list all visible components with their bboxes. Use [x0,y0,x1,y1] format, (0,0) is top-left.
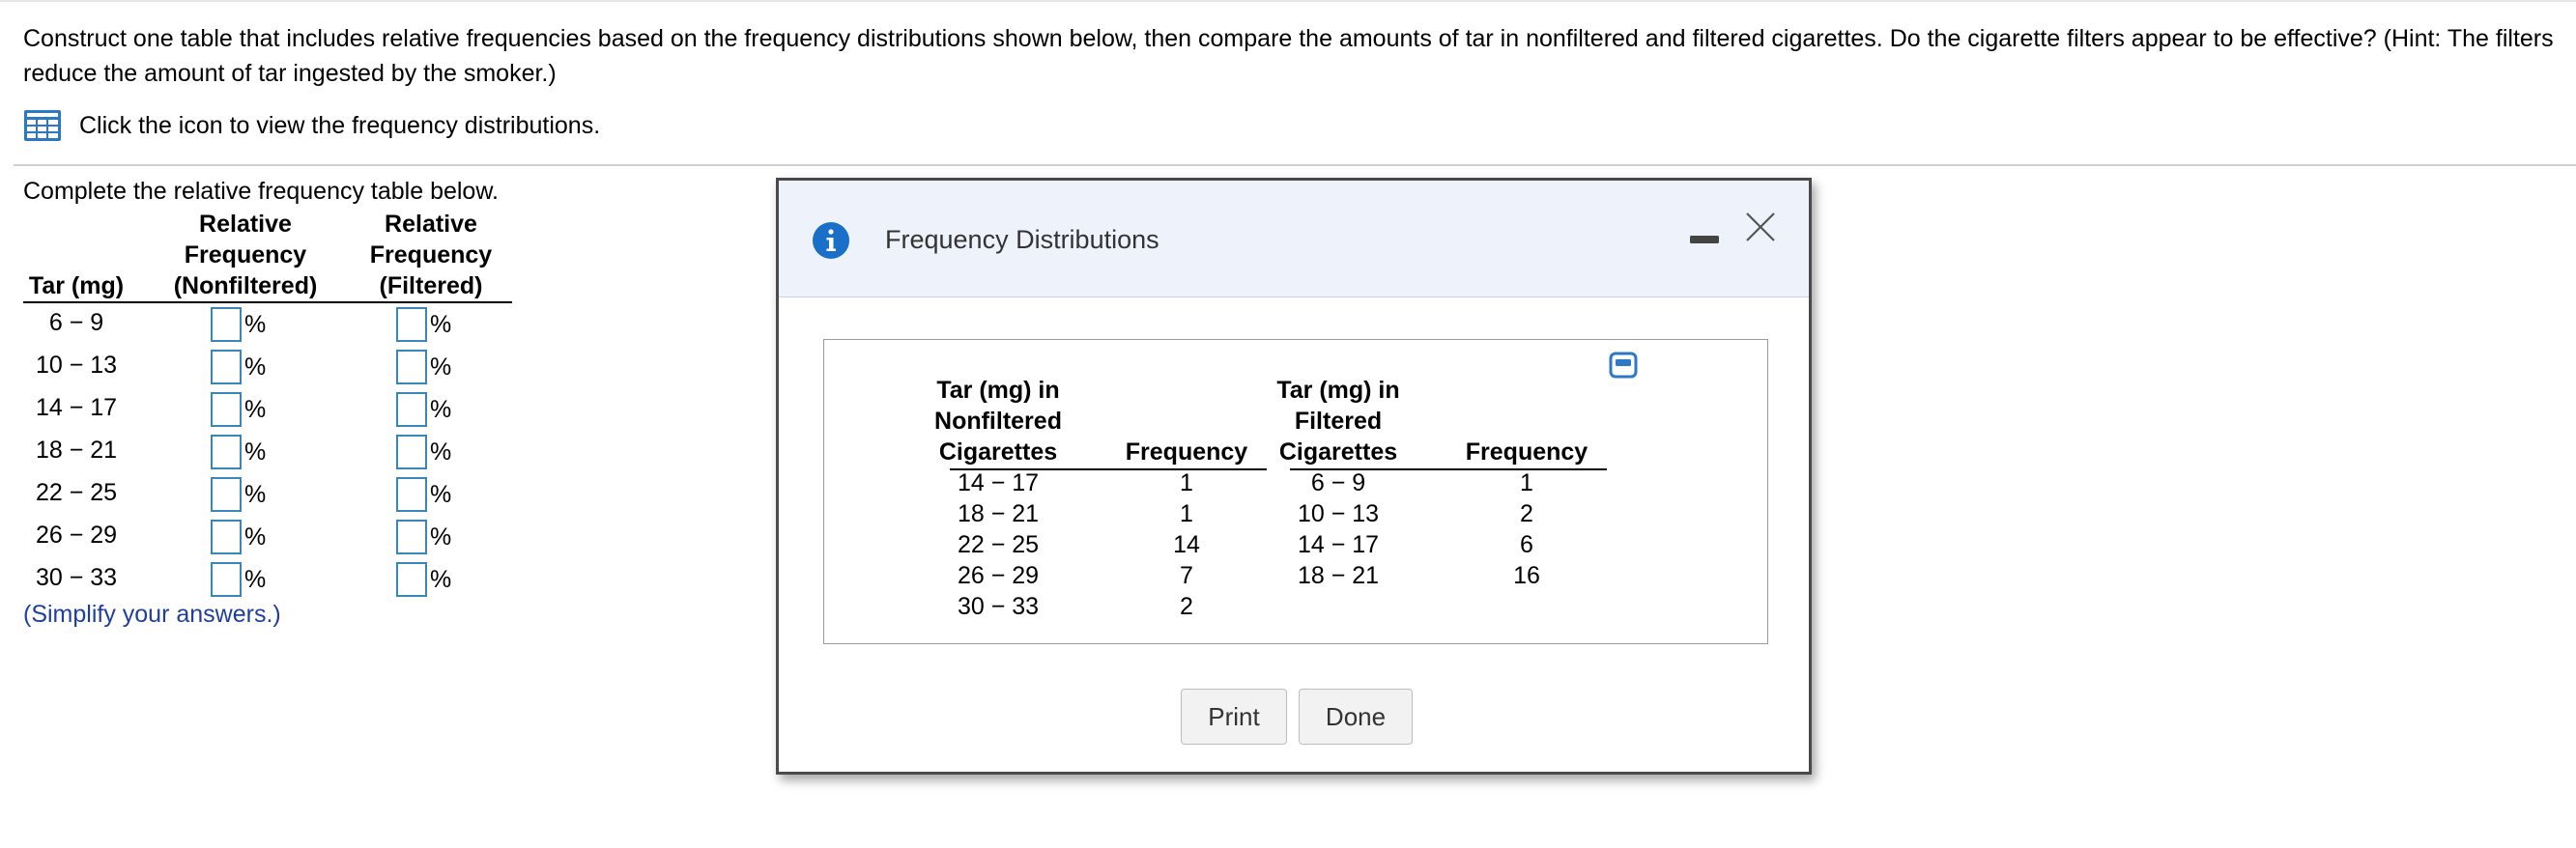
filtered-tar-column: Tar (mg) in Filtered Cigarettes 6 − 9 10… [1276,377,1400,589]
nonfiltered-input[interactable] [211,350,242,384]
done-button[interactable]: Done [1299,689,1413,745]
percent-sign: % [430,310,452,338]
nonfiltered-frequency-column: Frequency 1 1 14 7 2 [1125,438,1248,620]
table-row: 14 − 17 % % [23,388,512,431]
tar-range: 18 − 21 [35,437,118,464]
dialog-title: Frequency Distributions [885,225,1159,254]
table-instruction: Complete the relative frequency table be… [23,178,499,205]
table-row: 6 − 9 % % [23,303,512,346]
frequency-distributions-dialog: Frequency Distributions Tar (mg) in Nonf… [776,178,1812,775]
filtered-header-rule [1290,468,1607,470]
table-row: 22 − 25 % % [23,473,512,516]
hint-row: Click the icon to view the frequency dis… [23,108,600,143]
simplify-note: (Simplify your answers.) [23,601,281,628]
nonfiltered-tar-column: Tar (mg) in Nonfiltered Cigarettes 14 − … [934,377,1062,620]
tar-range: 6 − 9 [48,309,104,336]
dialog-header: Frequency Distributions [779,181,1809,297]
filtered-input[interactable] [396,562,427,597]
close-icon[interactable] [1743,210,1778,244]
percent-sign: % [430,523,452,551]
relative-frequency-table: Tar (mg) Relative Frequency (Nonfiltered… [23,209,512,601]
percent-sign: % [244,438,267,466]
nonfiltered-input[interactable] [211,520,242,554]
percent-sign: % [244,523,267,551]
nonfiltered-input[interactable] [211,307,242,342]
top-rule [0,0,2576,2]
filtered-input[interactable] [396,392,427,427]
tar-range: 22 − 25 [35,479,118,506]
nonfiltered-input[interactable] [211,562,242,597]
minimize-icon[interactable] [1687,227,1722,250]
table-row: 26 − 29 % % [23,516,512,558]
nonfiltered-input[interactable] [211,477,242,512]
print-button[interactable]: Print [1181,689,1287,745]
section-divider [14,164,2576,166]
percent-sign: % [430,395,452,423]
question-text: Construct one table that includes relati… [23,25,2554,87]
filtered-input[interactable] [396,520,427,554]
tar-range: 14 − 17 [35,394,118,421]
filtered-input[interactable] [396,307,427,342]
table-row: 18 − 21 % % [23,431,512,473]
percent-sign: % [430,480,452,508]
filtered-input[interactable] [396,477,427,512]
hint-text: Click the icon to view the frequency dis… [79,111,601,139]
copy-table-icon[interactable] [1609,352,1638,379]
tar-range: 30 − 33 [35,564,118,591]
table-row: 30 − 33 % % [23,558,512,601]
nonfiltered-input[interactable] [211,435,242,469]
filtered-input[interactable] [396,350,427,384]
percent-sign: % [244,395,267,423]
filtered-input[interactable] [396,435,427,469]
distribution-table-panel: Tar (mg) in Nonfiltered Cigarettes 14 − … [823,339,1768,644]
percent-sign: % [430,565,452,593]
table-grid-icon[interactable] [23,109,62,142]
tar-range: 10 − 13 [35,352,118,379]
header-filtered: Relative Frequency (Filtered) [369,211,493,299]
header-nonfiltered: Relative Frequency (Nonfiltered) [173,211,318,299]
percent-sign: % [244,310,267,338]
percent-sign: % [430,438,452,466]
percent-sign: % [244,565,267,593]
info-icon [813,222,849,259]
percent-sign: % [244,480,267,508]
table-header: Tar (mg) Relative Frequency (Nonfiltered… [23,209,512,303]
header-tar: Tar (mg) [28,272,125,299]
percent-sign: % [244,353,267,381]
percent-sign: % [430,353,452,381]
nonfiltered-header-rule [950,468,1267,470]
table-row: 10 − 13 % % [23,346,512,388]
filtered-frequency-column: Frequency 1 2 6 16 [1465,438,1589,589]
tar-range: 26 − 29 [35,522,118,549]
nonfiltered-input[interactable] [211,392,242,427]
